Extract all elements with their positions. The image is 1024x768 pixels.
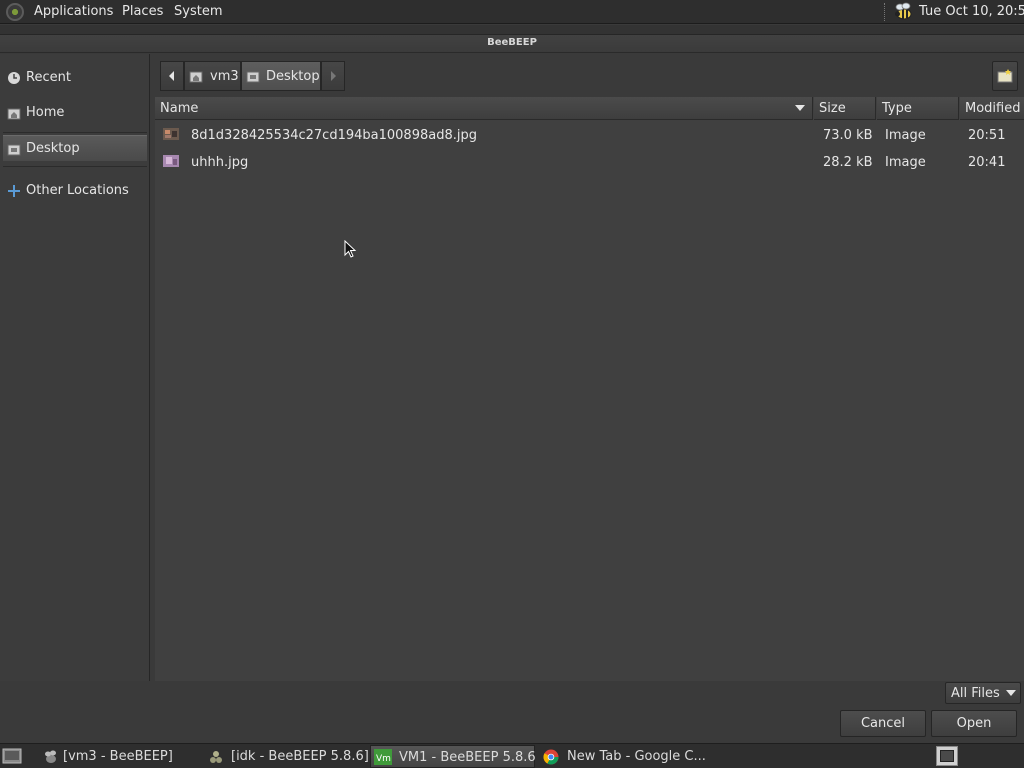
path-forward-button[interactable] — [321, 61, 345, 91]
file-type: Image — [885, 128, 926, 143]
window-title-bar[interactable]: BeeBEEP — [0, 25, 1024, 53]
title-bar-strip — [0, 25, 1024, 35]
taskbar-item-label: [vm3 - BeeBEEP] — [63, 749, 173, 764]
mouse-pointer-icon — [344, 239, 358, 260]
chevron-down-icon — [1006, 690, 1016, 696]
beebeep-icon — [208, 749, 224, 765]
beebeep-tray-icon[interactable] — [893, 2, 913, 22]
table-row[interactable]: uhhh.jpg 28.2 kB Image 20:41 — [155, 149, 1024, 176]
file-name: uhhh.jpg — [191, 155, 249, 170]
image-thumbnail-icon — [163, 155, 179, 167]
file-modified: 20:41 — [968, 155, 1006, 170]
plus-icon — [7, 184, 21, 198]
beebeep-icon — [42, 749, 58, 765]
sidebar-item-home[interactable]: Home — [3, 100, 147, 126]
show-desktop-icon[interactable] — [2, 747, 22, 765]
path-segment-label: vm3 — [210, 69, 239, 84]
distro-logo-icon[interactable] — [6, 3, 24, 21]
column-header-size[interactable]: Size — [814, 97, 876, 120]
file-filter-select[interactable]: All Files — [945, 682, 1021, 704]
chevron-left-icon — [169, 71, 174, 81]
file-name: 8d1d328425534c27cd194ba100898ad8.jpg — [191, 128, 477, 143]
file-size: 28.2 kB — [823, 155, 873, 170]
panel-clock[interactable]: Tue Oct 10, 20:52 — [919, 4, 1024, 19]
taskbar-item-vm1[interactable]: Vm VM1 - BeeBEEP 5.8.6 — [370, 745, 536, 768]
sidebar-item-recent[interactable]: Recent — [3, 65, 147, 91]
taskbar-item-vm3[interactable]: [vm3 - BeeBEEP] — [38, 745, 198, 768]
column-header-modified[interactable]: Modified — [960, 97, 1024, 120]
file-list: Name Size Type Modified 8d1d328425534c27… — [155, 97, 1024, 681]
sort-descending-icon — [795, 105, 805, 111]
path-segment-desktop[interactable]: Desktop — [241, 61, 321, 91]
window-title: BeeBEEP — [487, 37, 537, 48]
sidebar-item-desktop[interactable]: Desktop — [3, 135, 147, 161]
taskbar-item-chrome[interactable]: New Tab - Google C... — [539, 745, 719, 768]
file-filter-value: All Files — [951, 686, 1000, 701]
sidebar-divider — [3, 166, 147, 167]
table-row[interactable]: 8d1d328425534c27cd194ba100898ad8.jpg 73.… — [155, 122, 1024, 149]
taskbar: [vm3 - BeeBEEP] [idk - BeeBEEP 5.8.6] Vm… — [0, 743, 1024, 768]
desktop-folder-icon — [246, 71, 260, 83]
column-header-label: Type — [882, 101, 912, 116]
home-folder-icon — [189, 71, 203, 83]
sidebar-item-label: Recent — [26, 70, 71, 85]
taskbar-item-label: [idk - BeeBEEP 5.8.6] — [231, 749, 369, 764]
cancel-button[interactable]: Cancel — [840, 710, 926, 737]
sidebar-item-label: Other Locations — [26, 183, 129, 198]
cancel-button-label: Cancel — [860, 716, 906, 731]
image-thumbnail-icon — [163, 128, 179, 140]
file-modified: 20:51 — [968, 128, 1006, 143]
open-button[interactable]: Open — [931, 710, 1017, 737]
taskbar-item-label: New Tab - Google C... — [567, 749, 706, 764]
vm-icon: Vm — [374, 749, 392, 765]
taskbar-item-label: VM1 - BeeBEEP 5.8.6 — [399, 750, 536, 765]
new-folder-button[interactable] — [992, 61, 1018, 91]
new-folder-icon — [997, 69, 1013, 83]
sidebar-item-label: Home — [26, 105, 65, 120]
column-header-type[interactable]: Type — [877, 97, 959, 120]
panel-separator — [884, 3, 886, 21]
chrome-icon — [543, 749, 559, 765]
system-menu[interactable]: System — [174, 4, 222, 19]
file-type: Image — [885, 155, 926, 170]
chevron-right-icon — [331, 71, 336, 81]
applications-menu[interactable]: Applications — [34, 4, 113, 19]
path-segment-label: Desktop — [266, 69, 320, 84]
svg-text:Vm: Vm — [376, 754, 391, 764]
desktop-folder-icon — [7, 142, 21, 156]
column-header-label: Size — [819, 101, 846, 116]
top-panel: Applications Places System Tue Oct 10, 2… — [0, 0, 1024, 24]
recent-icon — [7, 71, 21, 85]
workspace-thumbnail — [940, 750, 954, 762]
column-header-name[interactable]: Name — [155, 97, 813, 120]
home-folder-icon — [7, 106, 21, 120]
path-segment-vm3[interactable]: vm3 — [184, 61, 241, 91]
places-sidebar: Recent Home Desktop Other Locations — [0, 54, 150, 681]
column-header-label: Name — [160, 101, 199, 116]
sidebar-item-other-locations[interactable]: Other Locations — [3, 178, 147, 204]
taskbar-item-idk[interactable]: [idk - BeeBEEP 5.8.6] — [204, 745, 369, 768]
places-menu[interactable]: Places — [122, 4, 163, 19]
path-back-button[interactable] — [160, 61, 184, 91]
sidebar-divider — [3, 132, 147, 133]
file-size: 73.0 kB — [823, 128, 873, 143]
sidebar-item-label: Desktop — [26, 141, 80, 156]
workspace-switcher[interactable] — [936, 746, 958, 766]
open-button-label: Open — [956, 716, 992, 731]
column-header-label: Modified — [965, 101, 1021, 116]
